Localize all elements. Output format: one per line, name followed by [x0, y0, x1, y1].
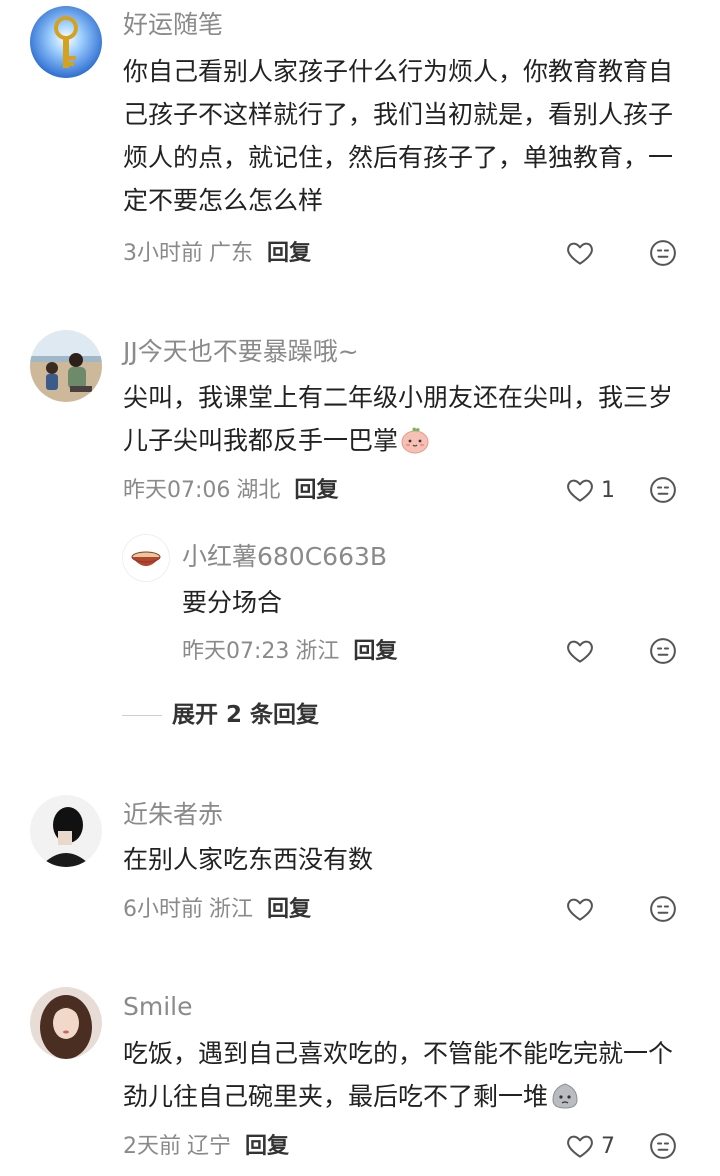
like-button[interactable]: [565, 636, 595, 666]
gray-face-emoji: [550, 1080, 580, 1123]
bowl-avatar[interactable]: [122, 534, 170, 582]
comment-content: 吃饭，遇到自己喜欢吃的，不管能不能吃完就一个劲儿往自己碗里夹，最后吃不了剩一堆: [123, 1032, 688, 1123]
girl-portrait-avatar[interactable]: [30, 987, 102, 1059]
comment-text: 吃饭，遇到自己喜欢吃的，不管能不能吃完就一个劲儿往自己碗里夹，最后吃不了剩一堆: [123, 1039, 674, 1111]
comment-face-icon: [650, 1133, 676, 1159]
reply-button[interactable]: 回复: [353, 639, 397, 664]
comment-face-icon: [650, 896, 676, 922]
comment-face-icon: [650, 638, 676, 664]
comment-button[interactable]: [648, 238, 678, 268]
comment-time: 3小时前: [123, 241, 203, 266]
comment-content: 尖叫，我课堂上有二年级小朋友还在尖叫，我三岁儿子尖叫我都反手一巴掌: [123, 376, 688, 467]
comment-content: 你自己看别人家孩子什么行为烦人，你教育教育自己孩子不这样就行了，我们当初就是，看…: [123, 57, 674, 215]
expand-divider: [122, 714, 162, 716]
heart-icon: [567, 242, 593, 265]
comment-location: 浙江: [209, 897, 254, 922]
comment-location: 辽宁: [187, 1134, 232, 1159]
comment-text: 尖叫，我课堂上有二年级小朋友还在尖叫，我三岁儿子尖叫我都反手一巴掌: [123, 383, 674, 455]
like-button[interactable]: 1: [565, 475, 615, 505]
comment-meta: 2天前 辽宁 回复: [123, 1133, 289, 1161]
reply-button[interactable]: 回复: [267, 241, 311, 266]
comment-username[interactable]: 近朱者赤: [123, 800, 223, 830]
reply-button[interactable]: 回复: [245, 1134, 289, 1159]
heart-icon: [567, 479, 593, 502]
silhouette-avatar[interactable]: [30, 795, 102, 867]
comment-time: 6小时前: [123, 897, 203, 922]
comment-content: 在别人家吃东西没有数: [123, 845, 374, 874]
peach-face-emoji: [400, 424, 430, 467]
comment-face-icon: [650, 477, 676, 503]
heart-icon: [567, 898, 593, 921]
comment-meta: 3小时前 广东 回复: [123, 240, 311, 268]
expand-replies-button[interactable]: 展开 2 条回复: [122, 700, 319, 730]
reply-button[interactable]: 回复: [267, 897, 311, 922]
comment-location: 湖北: [236, 478, 281, 503]
reply-time: 昨天07:23: [182, 639, 290, 664]
heart-icon: [567, 1135, 593, 1158]
like-button[interactable]: [565, 894, 595, 924]
comment-button[interactable]: [648, 1131, 678, 1161]
comment-time: 2天前: [123, 1134, 181, 1159]
reply-content: 要分场合: [182, 588, 283, 617]
comment-meta: 6小时前 浙江 回复: [123, 896, 311, 924]
beach-photo-avatar[interactable]: [30, 330, 102, 402]
comment-meta: 昨天07:06 湖北 回复: [123, 477, 338, 505]
like-count: 7: [601, 1133, 615, 1159]
expand-replies-label: 展开 2 条回复: [172, 702, 320, 728]
comment-button[interactable]: [648, 894, 678, 924]
comment-username[interactable]: JJ今天也不要暴躁哦~: [123, 337, 359, 367]
like-button[interactable]: [565, 238, 595, 268]
reply-location: 浙江: [295, 639, 340, 664]
comment-button[interactable]: [648, 475, 678, 505]
heart-icon: [567, 640, 593, 663]
comment-username[interactable]: Smile: [123, 992, 193, 1022]
comment-face-icon: [650, 240, 676, 266]
comment-button[interactable]: [648, 636, 678, 666]
comment-location: 广东: [209, 241, 254, 266]
comment-username[interactable]: 好运随笔: [123, 10, 223, 40]
reply-username[interactable]: 小红薯680C663B: [182, 542, 387, 572]
reply-button[interactable]: 回复: [294, 478, 338, 503]
like-count: 1: [601, 477, 615, 503]
golden-key-avatar[interactable]: [30, 6, 102, 78]
like-button[interactable]: 7: [565, 1131, 615, 1161]
reply-meta: 昨天07:23 浙江 回复: [182, 638, 397, 666]
comment-time: 昨天07:06: [123, 478, 231, 503]
